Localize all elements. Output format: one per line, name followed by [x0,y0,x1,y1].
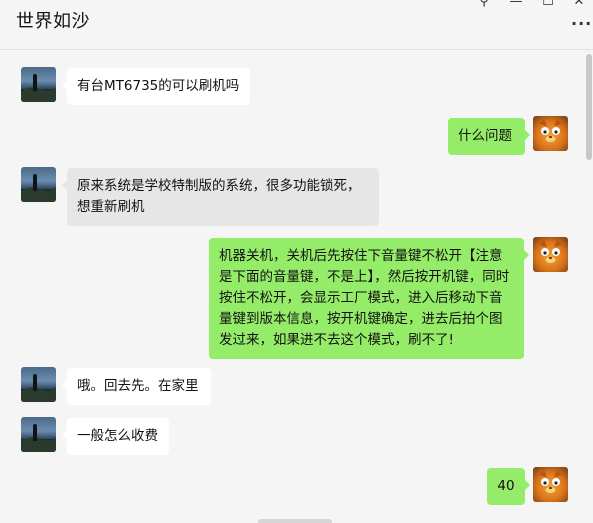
message-text: 40 [497,478,515,494]
message-text: 一般怎么收费 [77,428,158,444]
message-bubble-outgoing[interactable]: 机器关机，关机后先按住下音量键不松开【注意是下面的音量键，不是上】，然后按开机键… [209,238,529,359]
pin-icon[interactable]: ⚲ [475,0,493,9]
landscape-avatar-icon [21,74,56,102]
message-text: 哦。回去先。在家里 [77,378,199,394]
message-bubble-incoming[interactable]: 原来系统是学校特制版的系统，很多功能锁死，想重新刷机 [62,168,379,226]
message-text: 有台MT6735的可以刷机吗 [77,78,240,94]
landscape-avatar-icon [21,424,56,452]
self-avatar[interactable] [533,237,568,272]
landscape-avatar-icon [21,374,56,402]
message-text: 机器关机，关机后先按住下音量键不松开【注意是下面的音量键，不是上】，然后按开机键… [219,248,510,348]
message-bubble-incoming[interactable]: 哦。回去先。在家里 [62,368,211,405]
more-options-icon[interactable]: ··· [571,14,592,33]
contact-avatar[interactable] [21,417,56,452]
orange-cat-avatar-icon [539,470,562,493]
message-text: 原来系统是学校特制版的系统，很多功能锁死，想重新刷机 [77,178,361,215]
contact-avatar[interactable] [21,67,56,102]
landscape-avatar-icon [21,174,56,202]
chat-header: 世界如沙 ⚲ — ☐ ✕ ··· [0,0,593,50]
input-resize-handle[interactable] [258,519,332,523]
message-bubble-incoming[interactable]: 一般怎么收费 [62,418,169,455]
contact-avatar[interactable] [21,167,56,202]
chat-title: 世界如沙 [16,11,90,32]
orange-cat-avatar-icon [539,119,562,142]
message-bubble-incoming[interactable]: 有台MT6735的可以刷机吗 [62,68,250,105]
message-bubble-outgoing[interactable]: 40 [487,468,530,505]
self-avatar[interactable] [533,467,568,502]
close-icon[interactable]: ✕ [570,0,588,9]
contact-avatar[interactable] [21,367,56,402]
message-text: 什么问题 [458,128,512,144]
minimize-icon[interactable]: — [507,0,525,9]
self-avatar[interactable] [533,116,568,151]
scrollbar-thumb[interactable] [586,54,592,160]
message-bubble-outgoing[interactable]: 什么问题 [448,118,530,155]
orange-cat-avatar-icon [539,240,562,263]
maximize-icon[interactable]: ☐ [539,0,557,9]
